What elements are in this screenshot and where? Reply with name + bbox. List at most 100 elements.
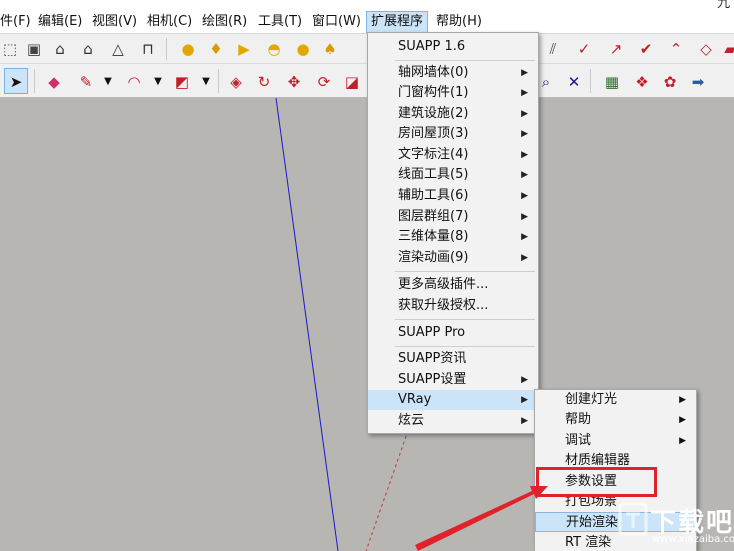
render-settings-icon[interactable]: ❖ [632, 72, 652, 92]
chevron-down-icon[interactable]: ▼ [98, 72, 118, 92]
menu-item-text-annotation[interactable]: 文字标注(4) ▶ [368, 145, 538, 165]
menu-item-more-plugins[interactable]: 更多高级插件... [368, 275, 538, 295]
curve-icon[interactable]: ↗ [606, 39, 626, 59]
menu-item-door-window[interactable]: 门窗构件(1) ▶ [368, 83, 538, 103]
dome-icon[interactable]: ◓ [264, 39, 284, 59]
chevron-right-icon: ▶ [521, 170, 528, 180]
render-icon[interactable]: ✿ [660, 72, 680, 92]
menu-item-get-license[interactable]: 获取升级授权... [368, 296, 538, 316]
menu-item-label: 门窗构件(1) [398, 85, 469, 100]
menu-item-suapp-settings[interactable]: SUAPP设置 ▶ [368, 370, 538, 390]
annotation-highlight-box [536, 467, 657, 497]
menu-item-suapp-news[interactable]: SUAPP资讯 [368, 349, 538, 369]
box-icon[interactable]: ▣ [24, 39, 44, 59]
blue-axis [275, 98, 339, 551]
menu-item-debug[interactable]: 调试 ▶ [535, 431, 696, 451]
flag-icon[interactable]: ▶ [234, 39, 254, 59]
title-bar: 九 [0, 0, 734, 11]
chevron-right-icon: ▶ [521, 212, 528, 222]
chevron-right-icon: ▶ [521, 150, 528, 160]
chevron-right-icon: ▶ [521, 375, 528, 385]
push-pull-icon[interactable]: ◈ [226, 72, 246, 92]
roof-icon[interactable]: △ [108, 39, 128, 59]
menu-item-label: 帮助 [565, 412, 592, 427]
chevron-right-icon: ▶ [679, 436, 686, 446]
rotate-icon[interactable]: ⟳ [314, 72, 334, 92]
pencil-icon[interactable]: ✎ [76, 72, 96, 92]
menu-window[interactable]: 窗口(W) [308, 12, 365, 32]
menu-item-label: SUAPP 1.6 [398, 39, 466, 54]
menu-item-vray-help[interactable]: 帮助 ▶ [535, 410, 696, 430]
menu-item-label: SUAPP Pro [398, 325, 466, 340]
ruler-icon[interactable]: ⫽ [543, 39, 563, 59]
menu-file[interactable]: 件(F) [0, 12, 35, 32]
lamp-icon[interactable]: ♠ [320, 39, 340, 59]
menu-item-label: 开始渲染 [566, 515, 619, 530]
menu-item-xuanyun[interactable]: 炫云 ▶ [368, 411, 538, 431]
menu-item-label: 更多高级插件... [398, 277, 489, 292]
menu-item-auxiliary[interactable]: 辅助工具(6) ▶ [368, 186, 538, 206]
frame-buffer-icon[interactable]: ➡ [688, 72, 708, 92]
extensions-menu: SUAPP 1.6 轴网墙体(0) ▶ 门窗构件(1) ▶ 建筑设施(2) ▶ 房间屋… [367, 32, 539, 434]
house-icon[interactable]: ⌂ [50, 39, 70, 59]
plate-icon[interactable]: ▰ [720, 39, 734, 59]
menu-item-vray[interactable]: VRay ▶ [368, 390, 538, 410]
shape-icon[interactable]: ◩ [172, 72, 192, 92]
menu-view[interactable]: 视图(V) [88, 12, 141, 32]
eraser-icon[interactable]: ◆ [44, 72, 64, 92]
menu-camera[interactable]: 相机(C) [143, 12, 196, 32]
chevron-down-icon[interactable]: ▼ [148, 72, 168, 92]
chevron-right-icon: ▶ [521, 68, 528, 78]
menu-item-label: SUAPP设置 [398, 372, 467, 387]
menu-item-line-face[interactable]: 线面工具(5) ▶ [368, 165, 538, 185]
move-icon[interactable]: ✥ [284, 72, 304, 92]
menu-help[interactable]: 帮助(H) [432, 12, 486, 32]
menu-item-label: 炫云 [398, 413, 425, 428]
menu-item-label: 轴网墙体(0) [398, 65, 469, 80]
menu-extensions[interactable]: 扩展程序 [366, 11, 429, 33]
zoom-extents-icon[interactable]: ✕ [564, 72, 584, 92]
ball-icon[interactable]: ● [293, 39, 313, 59]
sphere-icon[interactable]: ● [178, 39, 198, 59]
menu-item-create-light[interactable]: 创建灯光 ▶ [535, 390, 696, 410]
spotlight-icon[interactable]: ♦ [206, 39, 226, 59]
select-arrow-icon[interactable]: ➤ [6, 72, 26, 92]
orbit-icon[interactable]: ↻ [254, 72, 274, 92]
menu-draw[interactable]: 绘图(R) [198, 12, 251, 32]
menu-item-label: 线面工具(5) [398, 167, 469, 182]
menu-item-label: 获取升级授权... [398, 298, 489, 313]
menu-item-3d-volume[interactable]: 三维体量(8) ▶ [368, 227, 538, 247]
scale-icon[interactable]: ◪ [342, 72, 362, 92]
menu-item-room-roof[interactable]: 房间屋顶(3) ▶ [368, 124, 538, 144]
chevron-right-icon: ▶ [521, 232, 528, 242]
menu-item-label: 图层群组(7) [398, 209, 469, 224]
menu-item-layer-group[interactable]: 图层群组(7) ▶ [368, 207, 538, 227]
arc-icon[interactable]: ◠ [124, 72, 144, 92]
menu-tools[interactable]: 工具(T) [254, 12, 306, 32]
menu-item-label: VRay [398, 392, 432, 407]
section-icon[interactable]: ⬚ [0, 39, 20, 59]
chevron-right-icon: ▶ [521, 416, 528, 426]
menu-divider [395, 60, 535, 61]
menu-item-axis-wall[interactable]: 轴网墙体(0) ▶ [368, 63, 538, 83]
zoom-icon[interactable]: ⌕ [536, 72, 556, 92]
checkmark-icon[interactable]: ✔ [636, 39, 656, 59]
menu-item-label: RT 渲染 [565, 535, 612, 550]
gable-icon[interactable]: ⌃ [666, 39, 686, 59]
menu-item-suapp-pro[interactable]: SUAPP Pro [368, 323, 538, 343]
toolbar-divider [166, 38, 167, 60]
material-editor-icon[interactable]: ▦ [602, 72, 622, 92]
menu-item-render-animation[interactable]: 渲染动画(9) ▶ [368, 248, 538, 268]
menu-item-label: 渲染动画(9) [398, 250, 469, 265]
slab-icon[interactable]: ◇ [696, 39, 716, 59]
chevron-right-icon: ▶ [521, 109, 528, 119]
chevron-down-icon[interactable]: ▼ [196, 72, 216, 92]
menu-item-suapp-version[interactable]: SUAPP 1.6 [368, 37, 538, 57]
menu-item-label: SUAPP资讯 [398, 351, 467, 366]
warehouse-icon[interactable]: ⊓ [138, 39, 158, 59]
menu-edit[interactable]: 编辑(E) [34, 12, 86, 32]
house-outline-icon[interactable]: ⌂ [78, 39, 98, 59]
menu-item-facility[interactable]: 建筑设施(2) ▶ [368, 104, 538, 124]
check-icon[interactable]: ✓ [574, 39, 594, 59]
chevron-right-icon: ▶ [521, 395, 528, 405]
